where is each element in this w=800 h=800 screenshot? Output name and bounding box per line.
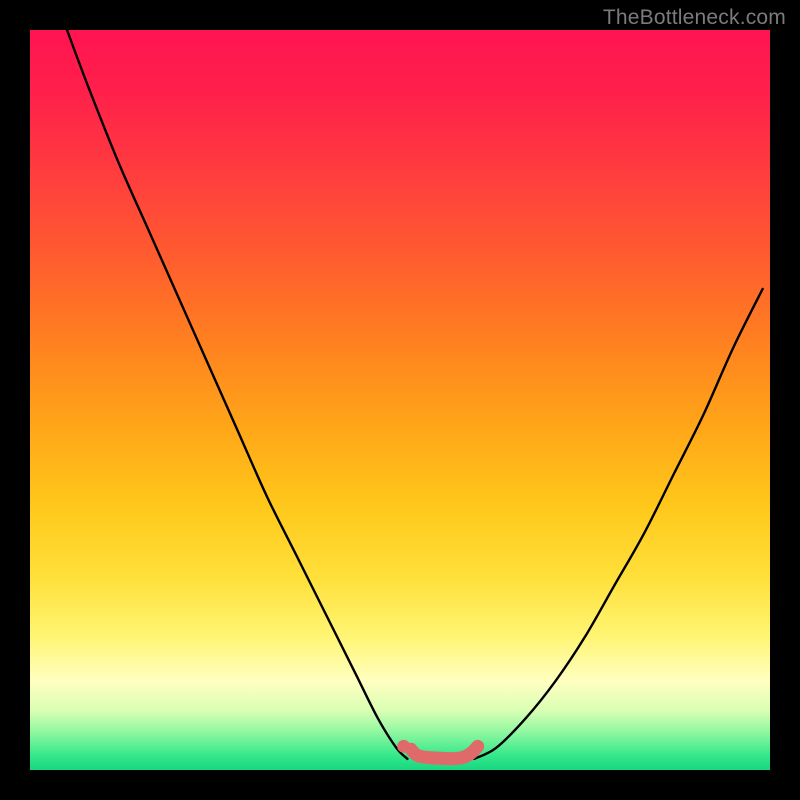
plot-area — [30, 30, 770, 770]
marker-dot — [397, 740, 410, 753]
chart-svg — [30, 30, 770, 770]
pink-valley-segment — [411, 746, 478, 758]
watermark-text: TheBottleneck.com — [603, 6, 786, 30]
chart-frame: TheBottleneck.com — [0, 0, 800, 800]
left-curve — [67, 30, 407, 759]
right-curve — [474, 289, 763, 759]
